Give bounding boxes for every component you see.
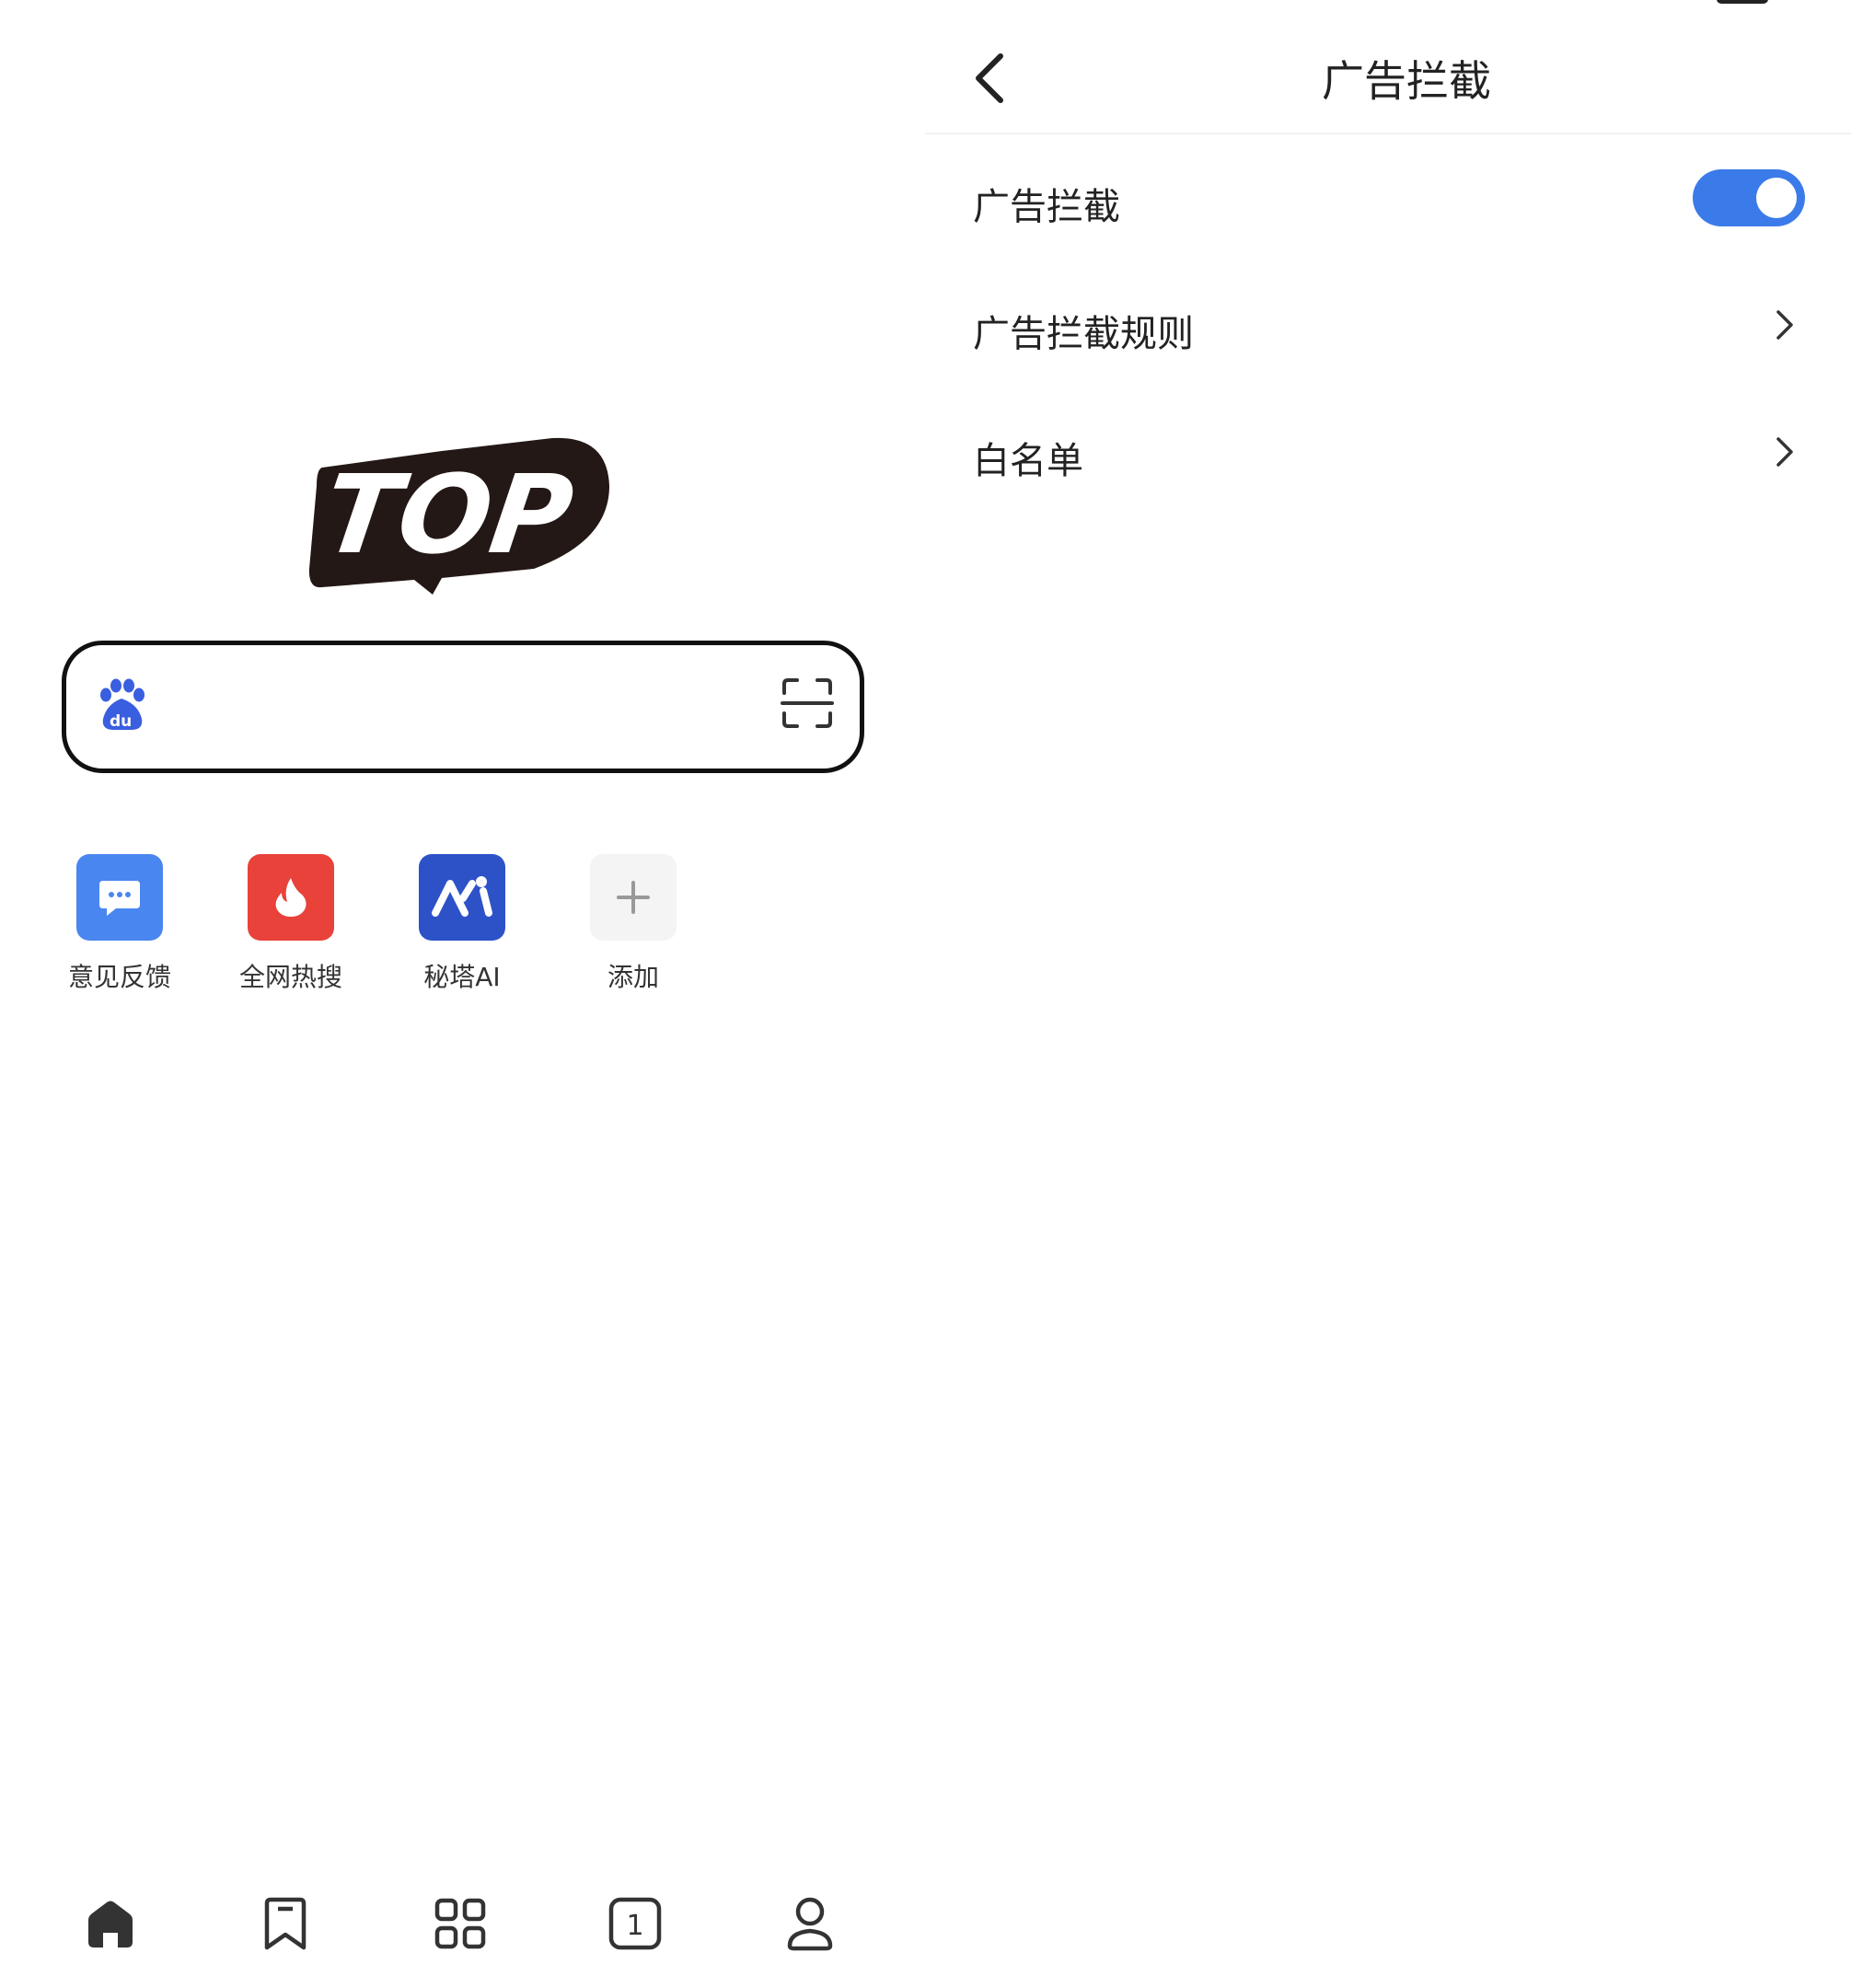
plus-icon [590, 854, 677, 941]
nav-bookmarks[interactable] [249, 1887, 322, 1960]
svg-text:du: du [110, 712, 132, 731]
home-icon [88, 1901, 133, 1948]
shortcut-grid: 意见反馈 全网热搜 秘塔AI 添加 [55, 854, 755, 1001]
chat-bubble-icon [76, 854, 163, 941]
shortcut-label: 秘塔AI [423, 962, 501, 992]
settings-list: 广告拦截 广告拦截规则 白名单 [925, 134, 1851, 515]
baidu-paw-icon[interactable]: du [94, 678, 149, 734]
top-logo: TOP [308, 437, 609, 595]
user-icon [787, 1897, 833, 1951]
shortcut-hot-search[interactable]: 全网热搜 [226, 854, 355, 1001]
bottom-nav: 1 [0, 1878, 925, 1970]
search-bar[interactable]: du [62, 641, 864, 773]
page-title: 广告拦截 [1322, 56, 1491, 106]
bookmark-icon [264, 1897, 307, 1950]
shortcut-add[interactable]: 添加 [569, 854, 698, 1001]
chevron-right-icon [1766, 304, 1803, 346]
setting-row-ad-block-rules[interactable]: 广告拦截规则 [925, 261, 1851, 388]
toggle-knob [1756, 178, 1797, 218]
ad-block-settings-page: 广告拦截 广告拦截 广告拦截规则 白名单 [925, 0, 1851, 1988]
tabs-icon: 1 [608, 1897, 662, 1950]
metaso-icon [419, 854, 505, 941]
tabs-count: 1 [626, 1910, 643, 1942]
setting-row-whitelist[interactable]: 白名单 [925, 388, 1851, 515]
nav-apps[interactable] [423, 1887, 497, 1960]
shortcut-label: 意见反馈 [67, 962, 171, 992]
setting-label: 广告拦截 [973, 186, 1120, 228]
shortcut-metaso-ai[interactable]: 秘塔AI [398, 854, 526, 1001]
fire-icon [248, 854, 334, 941]
grid-icon [434, 1898, 486, 1949]
top-bar: 广告拦截 [925, 0, 1851, 134]
setting-row-ad-block[interactable]: 广告拦截 [925, 134, 1851, 261]
shortcut-label: 全网热搜 [238, 962, 342, 992]
nav-profile[interactable] [773, 1887, 847, 1960]
shortcut-feedback[interactable]: 意见反馈 [55, 854, 184, 1001]
nav-home[interactable] [74, 1887, 147, 1960]
shortcut-label: 添加 [607, 962, 659, 992]
browser-home: TOP du 意见反馈 全网热搜 秘塔AI 添加 1 [0, 0, 925, 1988]
setting-label: 白名单 [973, 440, 1083, 482]
setting-label: 广告拦截规则 [973, 313, 1194, 355]
ad-block-toggle[interactable] [1693, 169, 1805, 226]
chevron-right-icon [1766, 431, 1803, 473]
logo-text: TOP [317, 452, 581, 578]
scan-icon[interactable] [781, 676, 834, 730]
nav-tabs[interactable]: 1 [598, 1887, 672, 1960]
